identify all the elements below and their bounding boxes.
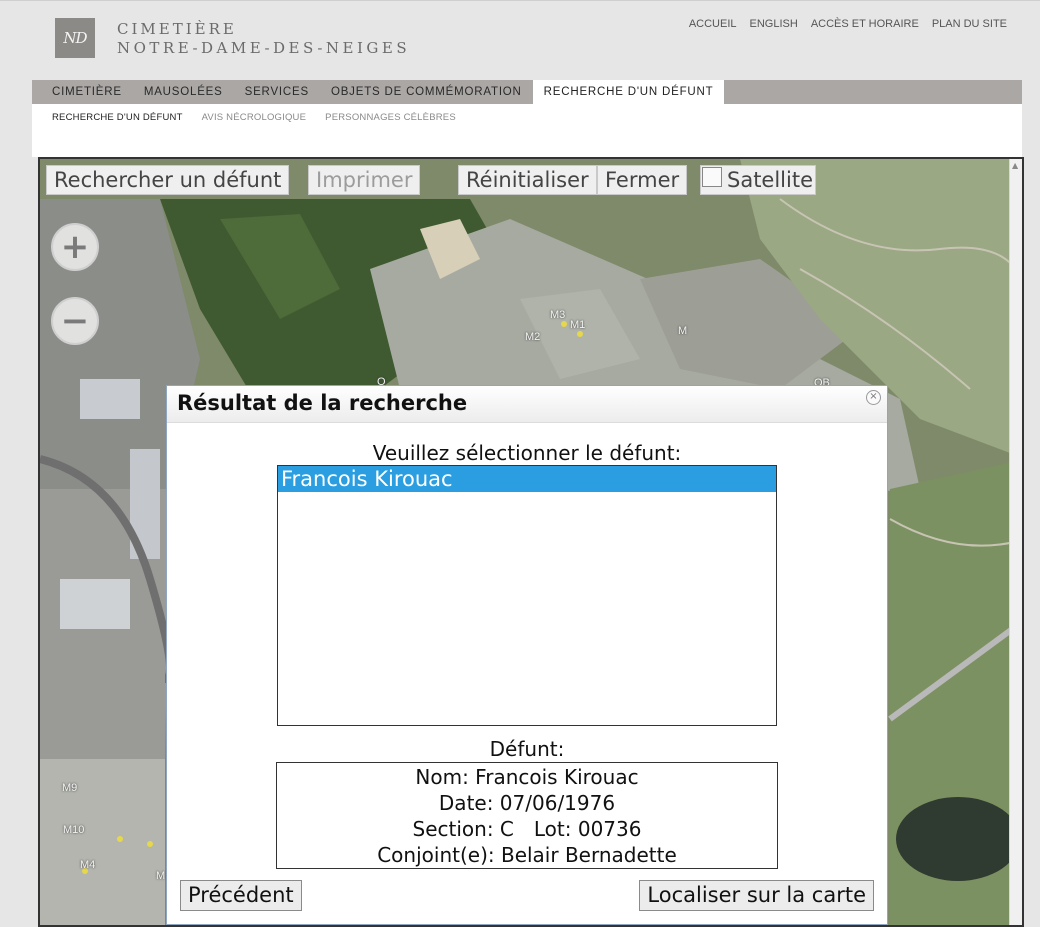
locate-on-map-button[interactable]: Localiser sur la carte	[639, 880, 874, 911]
sub-nav-area: RECHERCHE D'UN DÉFUNT AVIS NÉCROLOGIQUE …	[32, 104, 1022, 157]
search-result-dialog: Résultat de la recherche × Veuillez séle…	[166, 385, 888, 925]
main-nav: CIMETIÈRE MAUSOLÉES SERVICES OBJETS DE C…	[32, 80, 1022, 104]
map-label-m9: M9	[62, 782, 78, 794]
map-label-m: M	[678, 325, 688, 337]
map-scrollbar[interactable]: ▲	[1009, 159, 1022, 925]
nav-item-recherche-defunt[interactable]: RECHERCHE D'UN DÉFUNT	[532, 80, 725, 104]
map-label-m2: M2	[525, 331, 541, 343]
zoom-out-button[interactable]: −	[51, 297, 99, 345]
satellite-label: Satellite	[727, 168, 814, 192]
detail-date: Date: 07/06/1976	[438, 791, 616, 815]
scroll-up-arrow-icon[interactable]: ▲	[1012, 161, 1018, 170]
header-top-line	[0, 0, 1040, 1]
logo-monogram: ND	[63, 29, 87, 47]
subnav-item-personnages-celebres[interactable]: PERSONNAGES CÉLÈBRES	[325, 112, 456, 123]
satellite-checkbox[interactable]	[702, 167, 722, 187]
results-listbox[interactable]: Francois Kirouac	[277, 465, 777, 726]
map-label-m10: M10	[63, 824, 85, 836]
detail-lot: Lot: 00736	[533, 817, 642, 841]
brand-line-1: Cimetière	[117, 20, 237, 38]
map-label-m4: M4	[80, 859, 96, 871]
zoom-in-button[interactable]: +	[51, 223, 99, 271]
nav-item-cimetiere[interactable]: CIMETIÈRE	[32, 80, 133, 104]
site-logo[interactable]: ND	[55, 18, 95, 58]
deceased-details: Nom: Francois Kirouac Date: 07/06/1976 S…	[276, 762, 778, 869]
dialog-header: Résultat de la recherche ×	[167, 386, 887, 423]
select-prompt: Veuillez sélectionner le défunt:	[372, 441, 682, 465]
top-link-acces-horaire[interactable]: ACCÈS ET HORAIRE	[811, 18, 919, 30]
close-button[interactable]: Fermer	[597, 165, 688, 195]
top-link-plan-du-site[interactable]: PLAN DU SITE	[932, 18, 1007, 30]
detail-section-lot: Section: C Lot: 00736	[277, 816, 777, 842]
subnav-item-recherche-defunt[interactable]: RECHERCHE D'UN DÉFUNT	[52, 112, 183, 123]
plus-icon: +	[60, 227, 90, 267]
nav-item-objets-commemoration[interactable]: OBJETS DE COMMÉMORATION	[320, 80, 533, 104]
brand-line-2: Notre-Dame-des-Neiges	[117, 39, 411, 57]
top-link-accueil[interactable]: ACCUEIL	[689, 18, 737, 30]
minus-icon: −	[60, 301, 90, 341]
detail-name: Nom: Francois Kirouac	[415, 765, 639, 789]
top-links: ACCUEIL ENGLISH ACCÈS ET HORAIRE PLAN DU…	[689, 18, 1007, 30]
map-label-m-lower: M	[156, 870, 166, 882]
map-label-m1: M1	[570, 319, 586, 331]
site-brand[interactable]: Cimetière Notre-Dame-des-Neiges	[117, 20, 410, 58]
print-button[interactable]: Imprimer	[308, 165, 421, 195]
detail-spouse: Conjoint(e): Belair Bernadette	[377, 843, 677, 867]
top-link-english[interactable]: ENGLISH	[750, 18, 798, 30]
search-deceased-button[interactable]: Rechercher un défunt	[46, 165, 290, 195]
nav-item-mausolees[interactable]: MAUSOLÉES	[133, 80, 234, 104]
dialog-title: Résultat de la recherche	[177, 391, 468, 415]
sub-nav: RECHERCHE D'UN DÉFUNT AVIS NÉCROLOGIQUE …	[52, 112, 456, 123]
dialog-close-icon[interactable]: ×	[866, 390, 881, 405]
reset-button[interactable]: Réinitialiser	[458, 165, 597, 195]
subnav-item-avis-necrologique[interactable]: AVIS NÉCROLOGIQUE	[202, 112, 307, 123]
map-label-m3: M3	[550, 309, 566, 321]
deceased-label: Défunt:	[489, 737, 565, 761]
nav-item-services[interactable]: SERVICES	[234, 80, 320, 104]
previous-button[interactable]: Précédent	[180, 880, 302, 911]
list-item[interactable]: Francois Kirouac	[278, 466, 776, 492]
detail-section: Section: C	[412, 817, 514, 841]
